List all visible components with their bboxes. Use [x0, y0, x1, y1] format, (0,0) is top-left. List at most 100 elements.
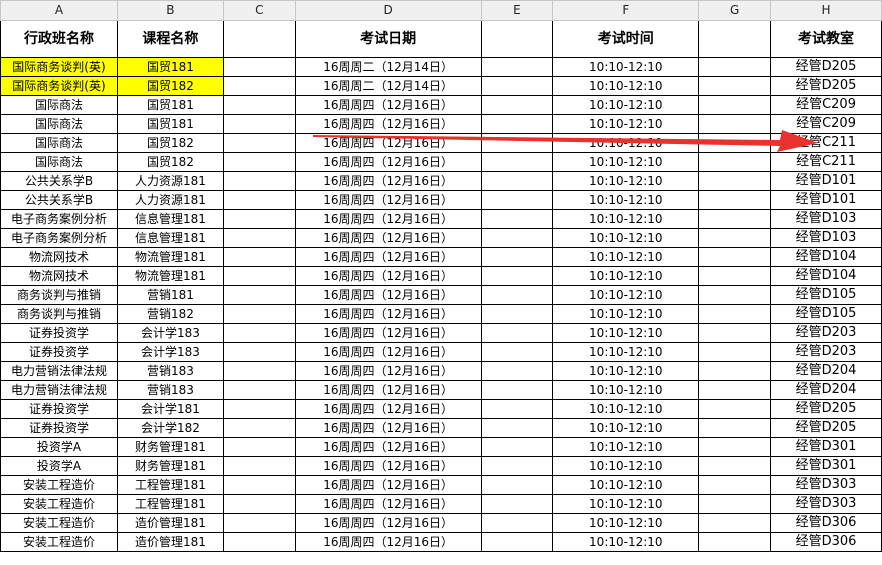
header-cell-room[interactable]: 考试教室 [770, 20, 882, 58]
cell-f[interactable]: 10:10-12:10 [552, 399, 700, 419]
cell-e[interactable] [480, 513, 554, 533]
cell-d[interactable]: 16周周四（12月16日） [294, 399, 482, 419]
cell-c[interactable] [222, 437, 296, 457]
header-cell-class[interactable]: 行政班名称 [0, 20, 118, 58]
cell-a[interactable]: 电力营销法律法规 [0, 361, 118, 381]
cell-f[interactable]: 10:10-12:10 [552, 152, 700, 172]
cell-c[interactable] [222, 304, 296, 324]
cell-h[interactable]: 经管D205 [770, 399, 882, 419]
cell-e[interactable] [480, 532, 554, 552]
cell-d[interactable]: 16周周四（12月16日） [294, 513, 482, 533]
cell-d[interactable]: 16周周四（12月16日） [294, 247, 482, 267]
cell-b[interactable]: 国贸182 [116, 133, 224, 153]
cell-h[interactable]: 经管D205 [770, 76, 882, 96]
cell-c[interactable] [222, 418, 296, 438]
cell-c[interactable] [222, 475, 296, 495]
cell-d[interactable]: 16周周四（12月16日） [294, 152, 482, 172]
cell-e[interactable] [480, 304, 554, 324]
cell-b[interactable]: 财务管理181 [116, 456, 224, 476]
cell-g[interactable] [698, 95, 772, 115]
cell-h[interactable]: 经管D104 [770, 266, 882, 286]
cell-g[interactable] [698, 228, 772, 248]
cell-a[interactable]: 安装工程造价 [0, 513, 118, 533]
cell-h[interactable]: 经管D303 [770, 475, 882, 495]
cell-a[interactable]: 物流网技术 [0, 247, 118, 267]
cell-f[interactable]: 10:10-12:10 [552, 114, 700, 134]
cell-g[interactable] [698, 152, 772, 172]
cell-g[interactable] [698, 456, 772, 476]
cell-g[interactable] [698, 190, 772, 210]
cell-e[interactable] [480, 133, 554, 153]
cell-g[interactable] [698, 399, 772, 419]
cell-e[interactable] [480, 190, 554, 210]
cell-c[interactable] [222, 342, 296, 362]
cell-h[interactable]: 经管D101 [770, 190, 882, 210]
cell-a[interactable]: 公共关系学B [0, 171, 118, 191]
cell-b[interactable]: 会计学183 [116, 342, 224, 362]
cell-h[interactable]: 经管D204 [770, 361, 882, 381]
cell-g[interactable] [698, 513, 772, 533]
cell-h[interactable]: 经管D205 [770, 418, 882, 438]
cell-c[interactable] [222, 494, 296, 514]
cell-f[interactable]: 10:10-12:10 [552, 76, 700, 96]
cell-f[interactable]: 10:10-12:10 [552, 532, 700, 552]
cell-h[interactable]: 经管C209 [770, 95, 882, 115]
cell-b[interactable]: 会计学181 [116, 399, 224, 419]
cell-b[interactable]: 国贸181 [116, 95, 224, 115]
header-cell-course[interactable]: 课程名称 [116, 20, 224, 58]
cell-b[interactable]: 人力资源181 [116, 171, 224, 191]
cell-d[interactable]: 16周周四（12月16日） [294, 209, 482, 229]
cell-c[interactable] [222, 190, 296, 210]
cell-e[interactable] [480, 95, 554, 115]
cell-d[interactable]: 16周周四（12月16日） [294, 456, 482, 476]
cell-e[interactable] [480, 285, 554, 305]
cell-g[interactable] [698, 266, 772, 286]
cell-d[interactable]: 16周周四（12月16日） [294, 437, 482, 457]
cell-c[interactable] [222, 266, 296, 286]
cell-b[interactable]: 营销182 [116, 304, 224, 324]
cell-c[interactable] [222, 152, 296, 172]
cell-d[interactable]: 16周周四（12月16日） [294, 171, 482, 191]
cell-a[interactable]: 证券投资学 [0, 323, 118, 343]
cell-a[interactable]: 国际商法 [0, 133, 118, 153]
cell-d[interactable]: 16周周四（12月16日） [294, 380, 482, 400]
cell-c[interactable] [222, 532, 296, 552]
cell-b[interactable]: 人力资源181 [116, 190, 224, 210]
cell-d[interactable]: 16周周四（12月16日） [294, 114, 482, 134]
header-cell-e[interactable] [480, 20, 554, 58]
cell-d[interactable]: 16周周四（12月16日） [294, 494, 482, 514]
cell-h[interactable]: 经管D103 [770, 209, 882, 229]
cell-d[interactable]: 16周周四（12月16日） [294, 323, 482, 343]
cell-g[interactable] [698, 57, 772, 77]
cell-f[interactable]: 10:10-12:10 [552, 380, 700, 400]
cell-a[interactable]: 安装工程造价 [0, 532, 118, 552]
cell-a[interactable]: 安装工程造价 [0, 475, 118, 495]
cell-d[interactable]: 16周周四（12月16日） [294, 228, 482, 248]
cell-e[interactable] [480, 437, 554, 457]
cell-d[interactable]: 16周周四（12月16日） [294, 532, 482, 552]
cell-d[interactable]: 16周周四（12月16日） [294, 95, 482, 115]
cell-c[interactable] [222, 456, 296, 476]
cell-h[interactable]: 经管D104 [770, 247, 882, 267]
cell-h[interactable]: 经管C209 [770, 114, 882, 134]
column-header-b[interactable]: B [116, 0, 224, 21]
cell-g[interactable] [698, 494, 772, 514]
cell-f[interactable]: 10:10-12:10 [552, 304, 700, 324]
cell-a[interactable]: 证券投资学 [0, 342, 118, 362]
cell-a[interactable]: 国际商务谈判(英) [0, 76, 118, 96]
column-header-g[interactable]: G [698, 0, 772, 21]
cell-b[interactable]: 物流管理181 [116, 266, 224, 286]
cell-h[interactable]: 经管D303 [770, 494, 882, 514]
cell-e[interactable] [480, 494, 554, 514]
cell-b[interactable]: 造价管理181 [116, 532, 224, 552]
cell-a[interactable]: 安装工程造价 [0, 494, 118, 514]
header-cell-c[interactable] [222, 20, 296, 58]
cell-e[interactable] [480, 171, 554, 191]
cell-g[interactable] [698, 304, 772, 324]
cell-c[interactable] [222, 57, 296, 77]
cell-b[interactable]: 营销181 [116, 285, 224, 305]
cell-d[interactable]: 16周周二（12月14日） [294, 76, 482, 96]
cell-a[interactable]: 商务谈判与推销 [0, 285, 118, 305]
cell-c[interactable] [222, 228, 296, 248]
cell-c[interactable] [222, 209, 296, 229]
